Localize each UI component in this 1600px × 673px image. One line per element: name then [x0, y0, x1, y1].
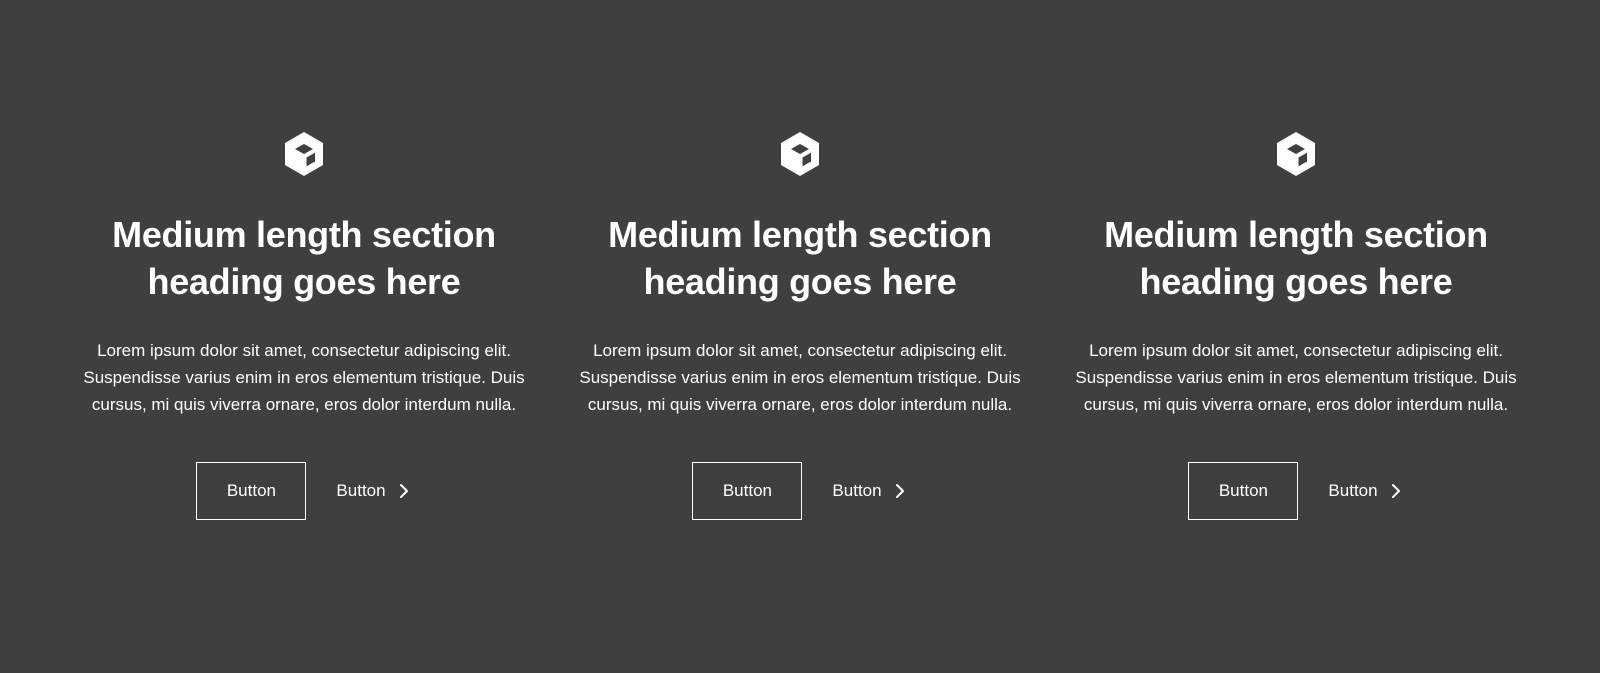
secondary-button[interactable]: Button [830, 462, 907, 520]
chevron-right-icon [1388, 483, 1404, 499]
secondary-button-label: Button [832, 481, 882, 500]
feature-actions: Button Button [692, 462, 907, 520]
feature-heading: Medium length section heading goes here [608, 214, 992, 302]
feature-body: Lorem ipsum dolor sit amet, consectetur … [1075, 341, 1517, 414]
feature-body: Lorem ipsum dolor sit amet, consectetur … [83, 341, 525, 414]
cube-icon [1272, 130, 1320, 178]
secondary-button[interactable]: Button [1326, 462, 1403, 520]
primary-button[interactable]: Button [692, 462, 803, 520]
chevron-right-icon [396, 483, 412, 499]
feature-actions: Button Button [1188, 462, 1403, 520]
secondary-button[interactable]: Button [334, 462, 411, 520]
secondary-button-label: Button [336, 481, 386, 500]
feature-actions: Button Button [196, 462, 411, 520]
cube-icon [280, 130, 328, 178]
primary-button[interactable]: Button [196, 462, 307, 520]
feature-list: Medium length section heading goes here … [80, 130, 1520, 520]
cube-icon [776, 130, 824, 178]
feature-card: Medium length section heading goes here … [576, 130, 1024, 520]
feature-body: Lorem ipsum dolor sit amet, consectetur … [579, 341, 1021, 414]
primary-button[interactable]: Button [1188, 462, 1299, 520]
feature-heading: Medium length section heading goes here [1104, 214, 1488, 302]
feature-heading: Medium length section heading goes here [112, 214, 496, 302]
chevron-right-icon [892, 483, 908, 499]
secondary-button-label: Button [1328, 481, 1378, 500]
feature-section: Medium length section heading goes here … [0, 0, 1600, 673]
feature-card: Medium length section heading goes here … [1072, 130, 1520, 520]
feature-card: Medium length section heading goes here … [80, 130, 528, 520]
